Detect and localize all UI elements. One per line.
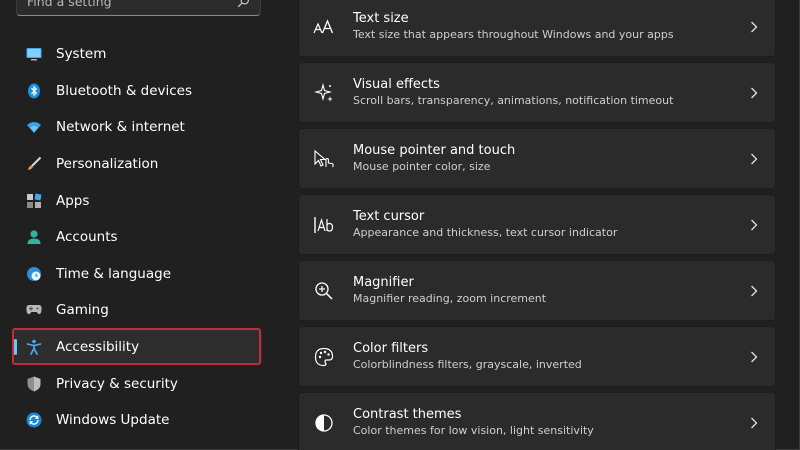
- sidebar-item-label: Personalization: [56, 156, 159, 173]
- sidebar-item-label: System: [56, 46, 107, 63]
- bluetooth-icon: [26, 83, 42, 99]
- chevron-right-icon: [739, 285, 769, 297]
- sidebar-item-label: Privacy & security: [56, 375, 178, 392]
- gamepad-icon: [26, 302, 42, 318]
- text-size-icon: [313, 16, 335, 38]
- contrast-icon: [313, 412, 335, 434]
- card-title: Visual effects: [353, 77, 440, 92]
- update-icon: [26, 412, 42, 428]
- setting-card-contrast-themes[interactable]: Contrast themes Color themes for low vis…: [298, 392, 776, 450]
- sidebar-item-bluetooth[interactable]: Bluetooth & devices: [14, 73, 262, 110]
- sidebar-item-label: Gaming: [56, 302, 109, 319]
- sidebar-nav: System Bluetooth & devices Network & int…: [14, 36, 262, 439]
- card-subtitle: Text size that appears throughout Window…: [353, 28, 674, 41]
- card-subtitle: Colorblindness filters, grayscale, inver…: [353, 358, 582, 371]
- card-title: Mouse pointer and touch: [353, 143, 516, 158]
- monitor-icon: [26, 46, 42, 62]
- pointer-touch-icon: [313, 148, 335, 170]
- sidebar-item-label: Accounts: [56, 229, 118, 246]
- chevron-right-icon: [739, 21, 769, 33]
- chevron-right-icon: [739, 87, 769, 99]
- chevron-right-icon: [739, 417, 769, 429]
- card-title: Contrast themes: [353, 407, 462, 422]
- person-icon: [26, 229, 42, 245]
- search-icon[interactable]: [236, 0, 250, 8]
- search-input[interactable]: Find a setting: [27, 0, 236, 9]
- palette-icon: [313, 346, 335, 368]
- card-subtitle: Mouse pointer color, size: [353, 160, 491, 173]
- setting-card-magnifier[interactable]: Magnifier Magnifier reading, zoom increm…: [298, 260, 776, 321]
- sidebar-item-system[interactable]: System: [14, 36, 262, 73]
- setting-card-visual-effects[interactable]: Visual effects Scroll bars, transparency…: [298, 62, 776, 123]
- chevron-right-icon: [739, 153, 769, 165]
- sidebar-item-label: Bluetooth & devices: [56, 82, 193, 99]
- sidebar-item-privacy-security[interactable]: Privacy & security: [14, 365, 262, 402]
- sidebar-item-personalization[interactable]: Personalization: [14, 146, 262, 183]
- globe-clock-icon: [26, 266, 42, 282]
- chevron-right-icon: [739, 219, 769, 231]
- sparkle-icon: [313, 82, 335, 104]
- sidebar-item-label: Time & language: [56, 265, 172, 282]
- sidebar-item-label: Network & internet: [56, 119, 185, 136]
- brush-icon: [26, 156, 42, 172]
- card-title: Magnifier: [353, 275, 414, 290]
- card-subtitle: Appearance and thickness, text cursor in…: [353, 226, 618, 239]
- card-subtitle: Color themes for low vision, light sensi…: [353, 424, 594, 437]
- sidebar-item-time-language[interactable]: Time & language: [14, 256, 262, 293]
- text-cursor-icon: [313, 214, 335, 236]
- card-title: Text size: [353, 11, 409, 26]
- setting-card-text-size[interactable]: Text size Text size that appears through…: [298, 0, 776, 57]
- accessibility-settings-list: Text size Text size that appears through…: [298, 0, 776, 450]
- shield-icon: [26, 376, 42, 392]
- card-title: Text cursor: [353, 209, 425, 224]
- sidebar-item-gaming[interactable]: Gaming: [14, 292, 262, 329]
- setting-card-text-cursor[interactable]: Text cursor Appearance and thickness, te…: [298, 194, 776, 255]
- card-subtitle: Magnifier reading, zoom increment: [353, 292, 547, 305]
- sidebar-item-accessibility[interactable]: Accessibility: [14, 328, 262, 366]
- sidebar-item-label: Apps: [56, 192, 90, 209]
- wifi-icon: [26, 119, 42, 135]
- sidebar-item-apps[interactable]: Apps: [14, 182, 262, 219]
- card-subtitle: Scroll bars, transparency, animations, n…: [353, 94, 674, 107]
- sidebar-item-network[interactable]: Network & internet: [14, 109, 262, 146]
- sidebar-item-windows-update[interactable]: Windows Update: [14, 402, 262, 439]
- setting-card-mouse-pointer-touch[interactable]: Mouse pointer and touch Mouse pointer co…: [298, 128, 776, 189]
- search-box[interactable]: Find a setting: [16, 0, 261, 16]
- sidebar-item-accounts[interactable]: Accounts: [14, 219, 262, 256]
- sidebar-item-label: Windows Update: [56, 412, 170, 429]
- sidebar-item-label: Accessibility: [56, 339, 140, 356]
- setting-card-color-filters[interactable]: Color filters Colorblindness filters, gr…: [298, 326, 776, 387]
- apps-icon: [26, 193, 42, 209]
- magnifier-icon: [313, 280, 335, 302]
- accessibility-icon: [26, 339, 42, 355]
- settings-window: Find a setting System Bluetooth & device…: [0, 0, 800, 450]
- chevron-right-icon: [739, 351, 769, 363]
- card-title: Color filters: [353, 341, 429, 356]
